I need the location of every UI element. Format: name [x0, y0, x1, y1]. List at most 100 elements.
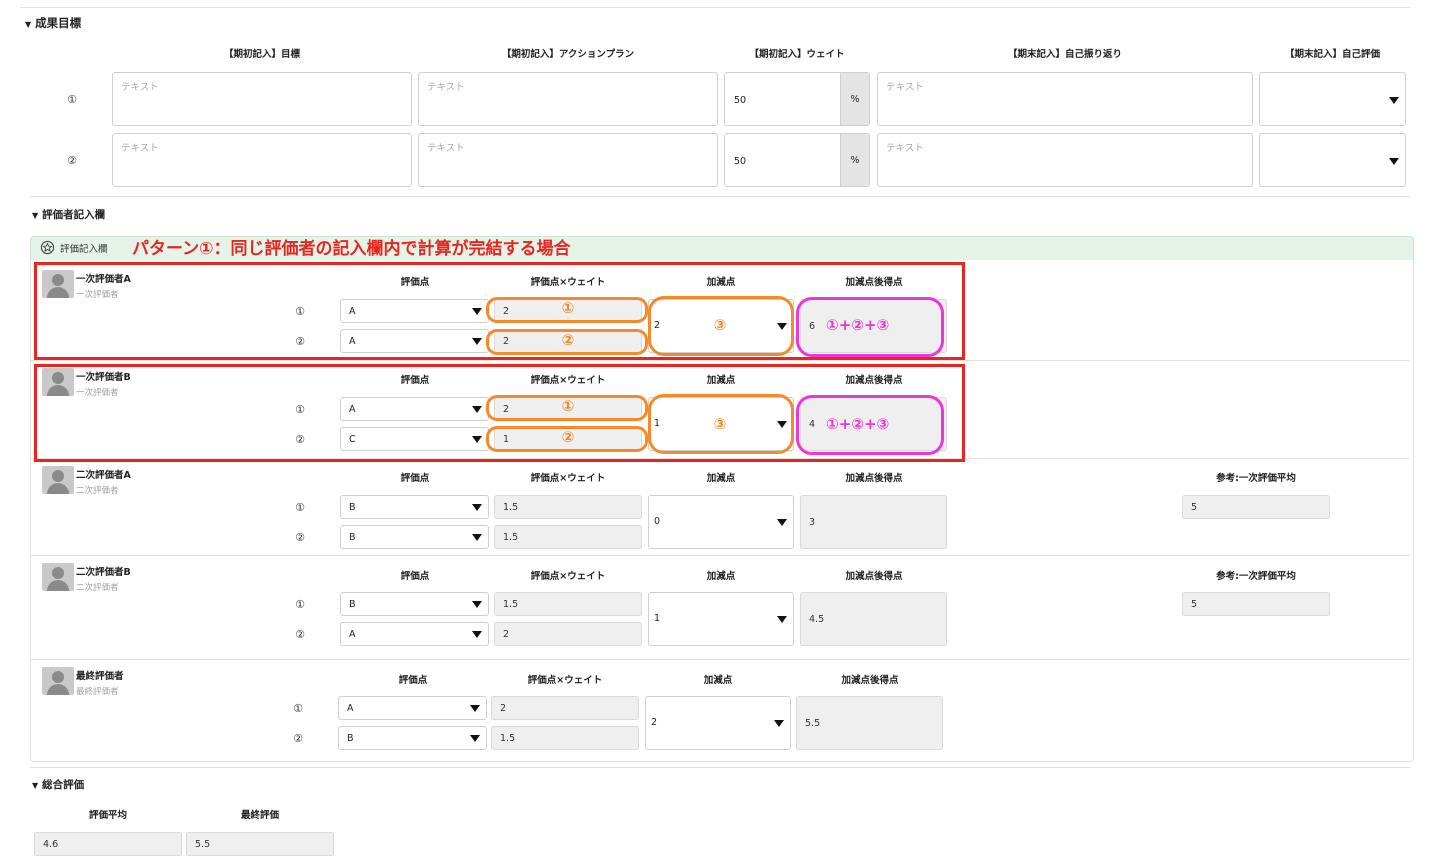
self-eval-select[interactable] [1259, 133, 1406, 187]
weight-input[interactable]: 50% [724, 133, 870, 187]
row-number: ② [295, 531, 305, 544]
annotation-circle-3: ③ [713, 316, 727, 334]
after-score-field: 4.5 [800, 592, 947, 646]
score-select[interactable]: B [340, 495, 489, 519]
evaluator-name: 最終評価者 [76, 671, 124, 682]
after-header: 加減点後得点 [841, 675, 899, 686]
dropdown-arrow-icon [472, 504, 482, 511]
after-score-field: 5.5 [796, 696, 943, 750]
weight-value: 50 [734, 156, 747, 167]
average-score-field: 4.6 [34, 832, 182, 856]
dropdown-arrow-icon [472, 601, 482, 608]
row-number: ② [295, 628, 305, 641]
evaluator-section-title[interactable]: ▼ 評価者記入欄 [32, 207, 105, 222]
adjust-header: 加減点 [706, 473, 736, 484]
score-header: 評価点 [400, 473, 430, 484]
percent-unit: % [840, 73, 869, 125]
weighted-score-field: 1.5 [491, 726, 639, 750]
evaluator-role: 最終評価者 [76, 687, 119, 697]
reflection-placeholder: テキスト [886, 143, 924, 154]
evaluator-name: 二次評価者A [76, 470, 131, 481]
weighted-header: 評価点×ウェイト [530, 473, 606, 484]
adjust-header: 加減点 [703, 675, 733, 686]
self-eval-header: 【期末記入】自己評価 [1284, 49, 1380, 60]
row-number: ② [293, 732, 303, 745]
final-score-field: 5.5 [186, 832, 334, 856]
score-select[interactable]: B [340, 592, 489, 616]
avatar [42, 563, 74, 591]
reflection-placeholder: テキスト [886, 82, 924, 93]
score-select[interactable]: B [338, 726, 487, 750]
dropdown-arrow-icon [472, 534, 482, 541]
dropdown-arrow-icon [777, 616, 787, 623]
dropdown-arrow-icon [777, 519, 787, 526]
score-select[interactable]: B [340, 525, 489, 549]
action-plan-placeholder: テキスト [427, 82, 465, 93]
goal-textarea[interactable]: テキスト [112, 72, 412, 126]
evaluator-role: 二次評価者 [76, 486, 119, 496]
score-select[interactable]: A [340, 622, 489, 646]
final-header: 最終評価 [240, 810, 279, 821]
avatar [42, 667, 74, 695]
after-header: 加減点後得点 [845, 571, 903, 582]
dropdown-arrow-icon [470, 705, 480, 712]
reference-average-field: 5 [1182, 495, 1330, 519]
weighted-header: 評価点×ウェイト [527, 675, 603, 686]
annotation-circle-2: ② [561, 428, 575, 446]
reflection-textarea[interactable]: テキスト [877, 72, 1253, 126]
badge-icon [40, 240, 55, 255]
score-header: 評価点 [398, 675, 428, 686]
weighted-score-field: 2 [491, 696, 639, 720]
dropdown-arrow-icon [774, 720, 784, 727]
dropdown-arrow-icon [1389, 97, 1399, 104]
adjust-select[interactable]: 1 [648, 592, 794, 646]
weighted-score-field: 2 [494, 622, 642, 646]
average-header: 評価平均 [88, 810, 127, 821]
goal-textarea[interactable]: テキスト [112, 133, 412, 187]
adjust-select[interactable]: 0 [648, 495, 794, 549]
goal-placeholder: テキスト [121, 82, 159, 93]
row-number: ① [293, 702, 303, 715]
reflection-header: 【期末記入】自己振り返り [1007, 49, 1122, 60]
after-score-field: 3 [800, 495, 947, 549]
score-select[interactable]: A [338, 696, 487, 720]
weighted-header: 評価点×ウェイト [530, 571, 606, 582]
self-eval-select[interactable] [1259, 72, 1406, 126]
score-header: 評価点 [400, 571, 430, 582]
percent-unit: % [840, 134, 869, 186]
avatar [42, 466, 74, 494]
goal-row-number: ① [67, 93, 77, 106]
goals-section-title[interactable]: ▼ 成果目標 [25, 15, 81, 31]
weighted-score-field: 1.5 [494, 525, 642, 549]
reflection-textarea[interactable]: テキスト [877, 133, 1253, 187]
weight-value: 50 [734, 95, 747, 106]
action-plan-header: 【期初記入】アクションプラン [501, 49, 635, 60]
dropdown-arrow-icon [470, 735, 480, 742]
evaluator-role: 二次評価者 [76, 583, 119, 593]
evaluator-name: 二次評価者B [76, 567, 131, 578]
pattern-annotation: パターン①：同じ評価者の記入欄内で計算が完結する場合 [132, 239, 571, 259]
annotation-circle-3: ③ [713, 415, 727, 433]
annotation-formula: ①+②+③ [826, 415, 890, 433]
weighted-score-field: 1.5 [494, 495, 642, 519]
reference-header: 参考:一次評価平均 [1216, 571, 1296, 582]
panel-label: 評価記入欄 [60, 244, 108, 255]
goal-header: 【期初記入】目標 [223, 49, 300, 60]
reference-header: 参考:一次評価平均 [1216, 473, 1296, 484]
action-plan-textarea[interactable]: テキスト [418, 133, 718, 187]
row-number: ① [295, 598, 305, 611]
overall-section-title[interactable]: ▼ 総合評価 [32, 777, 84, 792]
weight-header: 【期初記入】ウェイト [749, 49, 845, 60]
dropdown-arrow-icon [472, 631, 482, 638]
after-header: 加減点後得点 [845, 473, 903, 484]
annotation-circle-1: ① [561, 299, 575, 317]
dropdown-arrow-icon [1389, 158, 1399, 165]
adjust-header: 加減点 [706, 571, 736, 582]
weight-input[interactable]: 50% [724, 72, 870, 126]
row-number: ① [295, 501, 305, 514]
action-plan-placeholder: テキスト [427, 143, 465, 154]
annotation-circle-2: ② [561, 331, 575, 349]
goal-placeholder: テキスト [121, 143, 159, 154]
action-plan-textarea[interactable]: テキスト [418, 72, 718, 126]
adjust-select[interactable]: 2 [645, 696, 791, 750]
